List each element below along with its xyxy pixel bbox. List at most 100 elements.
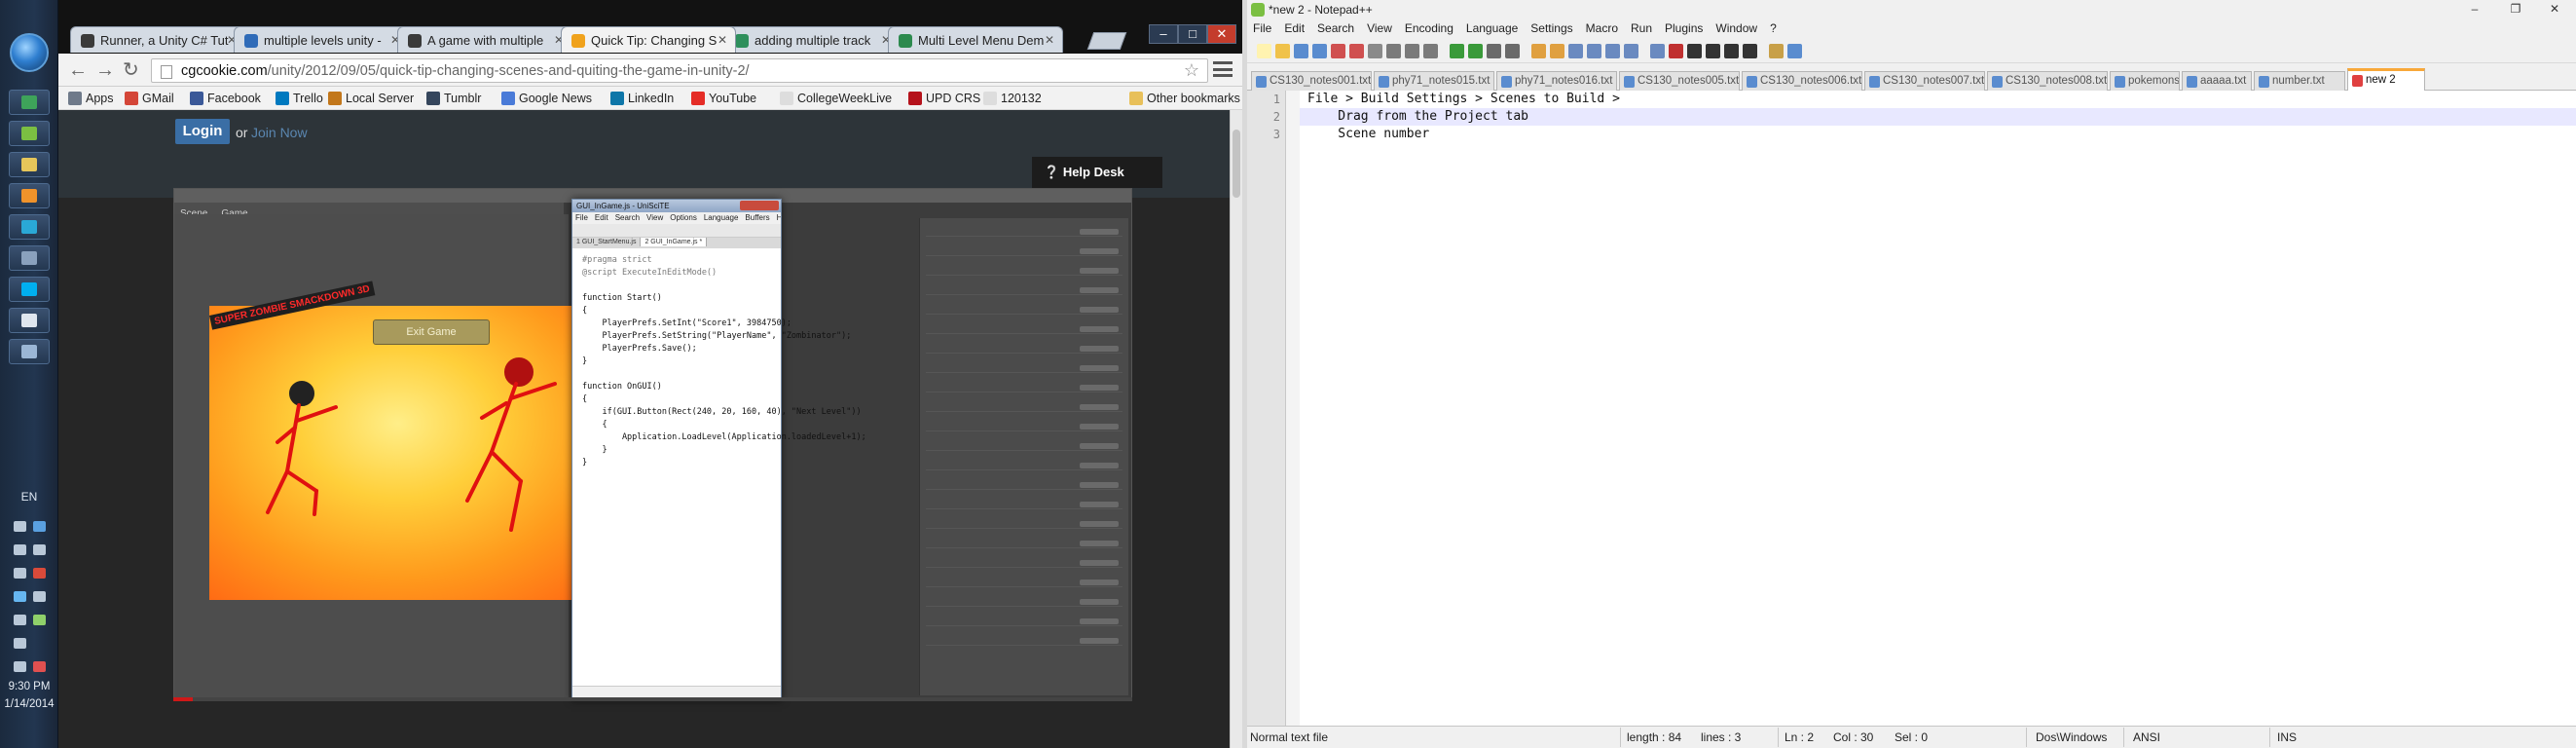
taskbar-notepad-button[interactable]: [9, 121, 50, 146]
volume-icon[interactable]: [14, 544, 26, 555]
toolbar-button-icon[interactable]: [1405, 44, 1419, 58]
tab-close-icon[interactable]: ✕: [718, 33, 727, 47]
bookmark-item[interactable]: Trello: [276, 92, 323, 105]
bookmark-item[interactable]: Tumblr: [426, 92, 481, 105]
editor-menu-item[interactable]: View: [646, 213, 663, 222]
menu-item[interactable]: Run: [1631, 21, 1652, 35]
restore-icon[interactable]: ❐: [2496, 0, 2535, 18]
file-tab[interactable]: aaaaa.txt: [2182, 71, 2252, 91]
tray-icon[interactable]: [33, 591, 46, 602]
maximize-icon[interactable]: □: [1178, 24, 1207, 44]
back-icon[interactable]: ←: [68, 60, 88, 80]
toolbar-button-icon[interactable]: [1386, 44, 1401, 58]
bluetooth-icon[interactable]: [33, 521, 46, 532]
scrollbar-thumb[interactable]: [1233, 130, 1240, 198]
tray-icon[interactable]: [14, 661, 26, 672]
toolbar-button-icon[interactable]: [1568, 44, 1583, 58]
editor-menu-item[interactable]: Language: [704, 213, 739, 222]
editor-menu-item[interactable]: Buffers: [745, 213, 769, 222]
address-bar[interactable]: cgcookie.com/unity/2012/09/05/quick-tip-…: [151, 58, 1208, 83]
toolbar-button-icon[interactable]: [1587, 44, 1601, 58]
toolbar-button-icon[interactable]: [1706, 44, 1720, 58]
script-editor-window[interactable]: GUI_InGame.js - UniSciTE File Edit Search V…: [571, 199, 866, 700]
minimize-icon[interactable]: –: [1149, 24, 1178, 44]
tray-icon[interactable]: [33, 544, 46, 555]
toolbar-button-icon[interactable]: [1505, 44, 1520, 58]
video-progress-bar[interactable]: [173, 697, 1132, 701]
taskbar-app-button[interactable]: [9, 308, 50, 333]
taskbar-skype-button[interactable]: [9, 277, 50, 302]
editor-menu-item[interactable]: Edit: [595, 213, 608, 222]
menu-item[interactable]: Settings: [1530, 21, 1572, 35]
toolbar-button-icon[interactable]: [1331, 44, 1345, 58]
bookmark-item[interactable]: LinkedIn: [610, 92, 674, 105]
file-tab[interactable]: CS130_notes006.txt: [1742, 71, 1862, 91]
editor-tab[interactable]: 2 GUI_InGame.js *: [641, 238, 708, 246]
browser-scrollbar[interactable]: [1230, 110, 1242, 748]
tray-icon[interactable]: [14, 591, 26, 602]
editor-tab[interactable]: 1 GUI_StartMenu.js: [572, 238, 642, 246]
bookmark-item[interactable]: Facebook: [190, 92, 261, 105]
menu-item[interactable]: Encoding: [1405, 21, 1454, 35]
toolbar-button-icon[interactable]: [1257, 44, 1271, 58]
toolbar-button-icon[interactable]: [1724, 44, 1739, 58]
wifi-icon[interactable]: [14, 638, 26, 649]
new-tab-button[interactable]: [1086, 32, 1127, 50]
editor-menu-item[interactable]: Search: [615, 213, 640, 222]
taskbar-app-button[interactable]: [9, 245, 50, 271]
file-tab[interactable]: number.txt: [2254, 71, 2345, 91]
bookmark-item[interactable]: CollegeWeekLive: [780, 92, 892, 105]
file-tab[interactable]: CS130_notes005.txt: [1619, 71, 1740, 91]
toolbar-button-icon[interactable]: [1487, 44, 1501, 58]
toolbar-button-icon[interactable]: [1624, 44, 1638, 58]
toolbar-button-icon[interactable]: [1368, 44, 1382, 58]
text-line[interactable]: Drag from the Project tab: [1300, 108, 2576, 126]
text-line[interactable]: Scene number: [1300, 126, 2576, 143]
bookmark-item[interactable]: GMail: [125, 92, 174, 105]
bookmark-item[interactable]: Apps: [68, 92, 114, 105]
toolbar-button-icon[interactable]: [1423, 44, 1438, 58]
other-bookmarks-folder[interactable]: Other bookmarks: [1129, 92, 1240, 105]
menu-item[interactable]: Window: [1715, 21, 1757, 35]
language-indicator[interactable]: EN: [0, 490, 58, 504]
bookmark-star-icon[interactable]: ☆: [1184, 60, 1199, 81]
login-button[interactable]: Login: [175, 119, 230, 144]
bookmark-item[interactable]: Google News: [501, 92, 592, 105]
tutorial-video[interactable]: SceneGame SUPER ZOMBIE SMACKDOWN 3D Exit…: [173, 188, 1132, 700]
clock[interactable]: 9:30 PM 1/14/2014: [0, 678, 58, 713]
file-tab[interactable]: phy71_notes015.txt: [1374, 71, 1494, 91]
start-button[interactable]: [10, 33, 49, 72]
file-tab[interactable]: new 2: [2347, 68, 2425, 91]
help-desk-button[interactable]: ❔ Help Desk: [1032, 157, 1162, 188]
menu-item[interactable]: Language: [1466, 21, 1518, 35]
tray-icon[interactable]: [14, 521, 26, 532]
tray-icon[interactable]: [14, 615, 26, 625]
bookmark-item[interactable]: 120132: [983, 92, 1042, 105]
menu-item[interactable]: ?: [1770, 21, 1777, 35]
tray-icon[interactable]: [14, 568, 26, 579]
game-view[interactable]: SUPER ZOMBIE SMACKDOWN 3D Exit Game: [209, 280, 628, 600]
chrome-menu-icon[interactable]: [1213, 61, 1233, 77]
file-tab[interactable]: CS130_notes008.txt: [1987, 71, 2108, 91]
browser-tab[interactable]: multiple levels unity - ✕: [234, 26, 409, 53]
editor-menu-item[interactable]: Help: [777, 213, 781, 222]
file-tab[interactable]: CS130_notes007.txt: [1864, 71, 1985, 91]
file-tab[interactable]: phy71_notes016.txt: [1496, 71, 1617, 91]
toolbar-button-icon[interactable]: [1687, 44, 1702, 58]
toolbar-button-icon[interactable]: [1450, 44, 1464, 58]
browser-tab[interactable]: Runner, a Unity C# Tut ✕: [70, 26, 245, 53]
bookmark-item[interactable]: UPD CRS: [908, 92, 980, 105]
close-icon[interactable]: ✕: [1207, 24, 1236, 44]
browser-tab[interactable]: Quick Tip: Changing S ✕: [561, 26, 736, 53]
close-icon[interactable]: ✕: [2535, 0, 2574, 18]
join-now-link[interactable]: Join Now: [251, 125, 308, 140]
menu-item[interactable]: Search: [1317, 21, 1354, 35]
toolbar-button-icon[interactable]: [1294, 44, 1308, 58]
menu-item[interactable]: View: [1367, 21, 1392, 35]
bookmark-item[interactable]: YouTube: [691, 92, 756, 105]
browser-tab[interactable]: Multi Level Menu Dem ✕: [888, 26, 1063, 53]
taskbar-media-button[interactable]: [9, 183, 50, 208]
minimize-icon[interactable]: –: [2455, 0, 2494, 18]
toolbar-button-icon[interactable]: [1312, 44, 1327, 58]
toolbar-button-icon[interactable]: [1743, 44, 1757, 58]
